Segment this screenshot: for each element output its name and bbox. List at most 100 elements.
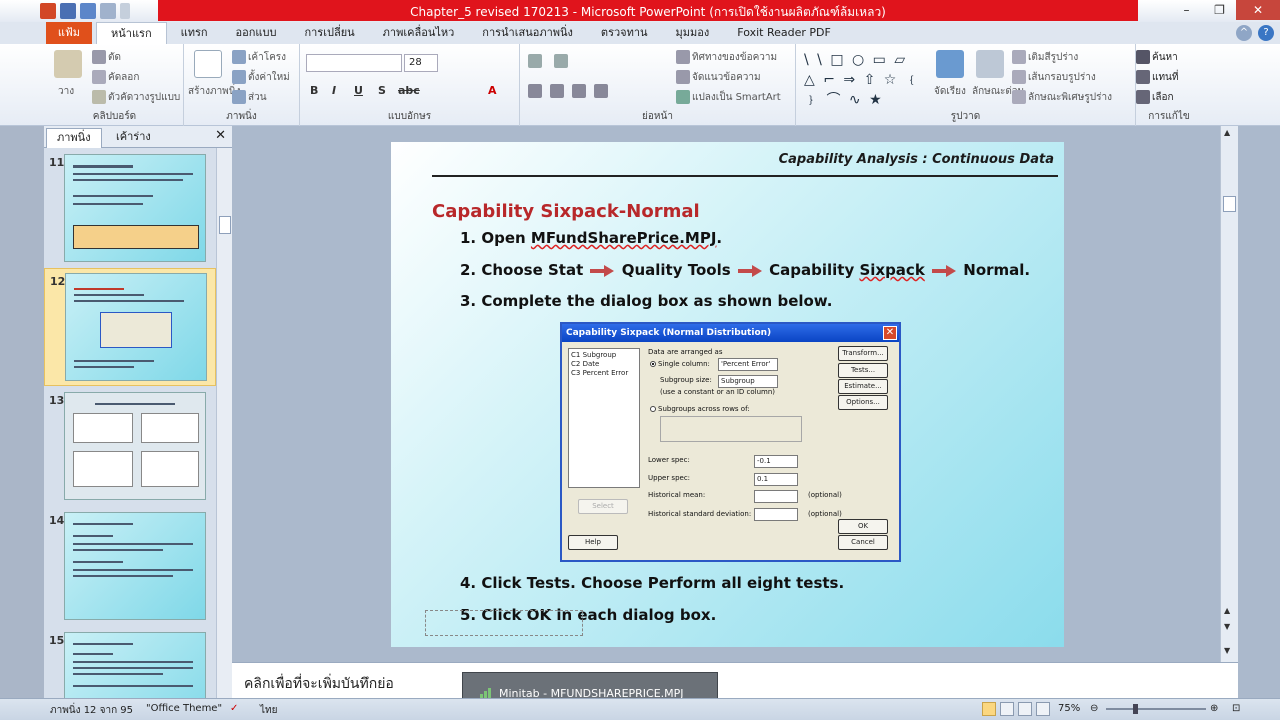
thumbnail-image	[64, 632, 206, 698]
slide-sorter-icon[interactable]	[1000, 702, 1014, 716]
tab-slideshow[interactable]: การนำเสนอภาพนิ่ง	[468, 22, 587, 44]
step-1-text: 1. Open	[460, 229, 531, 247]
layout-button[interactable]: เค้าโครง	[232, 50, 286, 65]
tab-transitions[interactable]: การเปลี่ยน	[290, 22, 368, 44]
undo-icon[interactable]	[80, 3, 96, 19]
tab-view[interactable]: มุมมอง	[662, 22, 724, 44]
replace-button[interactable]: แทนที่	[1136, 70, 1178, 85]
zoom-level[interactable]: 75%	[1058, 703, 1080, 714]
slide-title[interactable]: Capability Sixpack-Normal	[432, 201, 700, 222]
next-slide-icon[interactable]: ▼	[1224, 622, 1230, 631]
tab-file[interactable]: แฟ้ม	[46, 22, 92, 44]
align-right-button[interactable]	[572, 84, 588, 98]
prev-slide-icon[interactable]: ▲	[1224, 606, 1230, 615]
spellcheck-icon[interactable]: ✓	[230, 703, 238, 714]
redo-icon[interactable]	[100, 3, 116, 19]
tab-outline-pane[interactable]: เค้าร่าง	[106, 128, 161, 148]
step-2[interactable]: 2. Choose Stat Quality Tools Capability …	[460, 261, 1030, 279]
select-button[interactable]: เลือก	[1136, 90, 1174, 105]
smartart-icon	[676, 90, 690, 104]
slide-thumbnail-14[interactable]: 14	[44, 508, 216, 626]
strikethrough-button[interactable]: abc	[398, 84, 420, 97]
smartart-button[interactable]: แปลงเป็น SmartArt	[676, 90, 781, 105]
tab-foxit[interactable]: Foxit Reader PDF	[723, 22, 845, 44]
step-1[interactable]: 1. Open MFundSharePrice.MPJ.	[460, 229, 722, 247]
restore-button[interactable]: ❐	[1203, 0, 1236, 20]
new-slide-icon[interactable]	[194, 50, 222, 78]
step-3[interactable]: 3. Complete the dialog box as shown belo…	[460, 292, 832, 310]
slide-thumbnail-11[interactable]: 11	[44, 150, 216, 268]
format-painter-button[interactable]: ตัวคัดวางรูปแบบ	[92, 90, 180, 105]
minimize-ribbon-icon[interactable]: ^	[1236, 25, 1252, 41]
italic-button[interactable]: I	[332, 84, 336, 97]
save-icon[interactable]	[60, 3, 76, 19]
arrange-button[interactable]: จัดเรียง	[934, 84, 966, 99]
align-left-button[interactable]	[528, 84, 544, 98]
scroll-thumb[interactable]	[1223, 196, 1236, 212]
fit-to-window-icon[interactable]: ⊡	[1232, 703, 1240, 714]
shape-outline-button[interactable]: เส้นกรอบรูปร่าง	[1012, 70, 1096, 85]
language[interactable]: ไทย	[260, 703, 277, 718]
zoom-slider-knob[interactable]	[1133, 704, 1138, 714]
zoom-out-icon[interactable]: ⊖	[1090, 703, 1098, 714]
slide-number: 15	[49, 634, 65, 647]
paste-icon[interactable]	[54, 50, 82, 78]
minimize-button[interactable]: –	[1170, 0, 1203, 20]
tab-design[interactable]: ออกแบบ	[222, 22, 291, 44]
slide-count: ภาพนิ่ง 12 จาก 95	[50, 705, 134, 716]
copy-button[interactable]: คัดลอก	[92, 70, 139, 85]
arrange-icon[interactable]	[936, 50, 964, 78]
shape-fill-button[interactable]: เติมสีรูปร่าง	[1012, 50, 1078, 65]
tab-animations[interactable]: ภาพเคลื่อนไหว	[369, 22, 469, 44]
align-text-button[interactable]: จัดแนวข้อความ	[676, 70, 761, 85]
theme-name[interactable]: "Office Theme"	[146, 703, 222, 714]
scroll-thumb[interactable]	[219, 216, 231, 234]
numbering-button[interactable]	[554, 54, 570, 68]
shapes-gallery[interactable]: \ \ □ ○ ▭ ▱ △ ⌐ ⇒ ⇧ ☆ ﹛ ﹜ ⌒ ∿ ★	[804, 50, 924, 110]
normal-view-icon[interactable]	[982, 702, 996, 716]
window-controls: – ❐ ✕	[1170, 0, 1280, 20]
shadow-button[interactable]: S	[378, 84, 386, 97]
customize-qat-icon[interactable]	[120, 3, 130, 19]
slide-thumbnail-15[interactable]: 15	[44, 628, 216, 698]
slide-thumbnail-13[interactable]: 13	[44, 388, 216, 506]
tab-slides-pane[interactable]: ภาพนิ่ง	[46, 128, 102, 148]
close-button[interactable]: ✕	[1236, 0, 1280, 20]
align-center-button[interactable]	[550, 84, 566, 98]
scroll-up-icon[interactable]: ▲	[1224, 128, 1230, 137]
text-direction-button[interactable]: ทิศทางของข้อความ	[676, 50, 777, 65]
slides-pane-scrollbar[interactable]	[216, 148, 232, 698]
reading-view-icon[interactable]	[1018, 702, 1032, 716]
slide-canvas[interactable]: Capability Analysis : Continuous Data Ca…	[391, 142, 1064, 647]
justify-button[interactable]	[594, 84, 610, 98]
find-button[interactable]: ค้นหา	[1136, 50, 1178, 65]
shape-effects-button[interactable]: ลักษณะพิเศษรูปร่าง	[1012, 90, 1112, 105]
help-icon[interactable]: ?	[1258, 25, 1274, 41]
empty-placeholder[interactable]	[425, 610, 583, 636]
close-pane-icon[interactable]: ✕	[215, 128, 226, 143]
tab-insert[interactable]: แทรก	[167, 22, 222, 44]
quick-styles-icon[interactable]	[976, 50, 1004, 78]
section-button[interactable]: ส่วน	[232, 90, 267, 105]
bold-button[interactable]: B	[310, 84, 318, 97]
scissors-icon	[92, 50, 106, 64]
bullets-button[interactable]	[528, 54, 544, 68]
slide-thumbnail-12[interactable]: 12	[44, 268, 216, 386]
font-color-button[interactable]: A	[488, 84, 497, 97]
scroll-down-icon[interactable]: ▼	[1224, 646, 1230, 655]
zoom-in-icon[interactable]: ⊕	[1210, 703, 1218, 714]
reset-button[interactable]: ตั้งค่าใหม่	[232, 70, 290, 85]
underline-button[interactable]: U	[354, 84, 363, 97]
font-name-combo[interactable]	[306, 54, 402, 72]
step-4[interactable]: 4. Click Tests. Choose Perform all eight…	[460, 574, 844, 592]
font-size-combo[interactable]: 28	[404, 54, 438, 72]
vertical-scrollbar[interactable]: ▲ ▲ ▼ ▼	[1220, 126, 1238, 662]
tab-review[interactable]: ตรวจทาน	[587, 22, 662, 44]
zoom-slider[interactable]	[1106, 708, 1206, 710]
paste-button[interactable]: วาง	[58, 84, 74, 99]
notes-pane[interactable]: คลิกเพื่อที่จะเพิ่มบันทึกย่อ	[232, 662, 1238, 698]
format-painter-label: ตัวคัดวางรูปแบบ	[108, 92, 181, 103]
tab-home[interactable]: หน้าแรก	[96, 22, 167, 44]
cut-button[interactable]: ตัด	[92, 50, 121, 65]
slideshow-icon[interactable]	[1036, 702, 1050, 716]
